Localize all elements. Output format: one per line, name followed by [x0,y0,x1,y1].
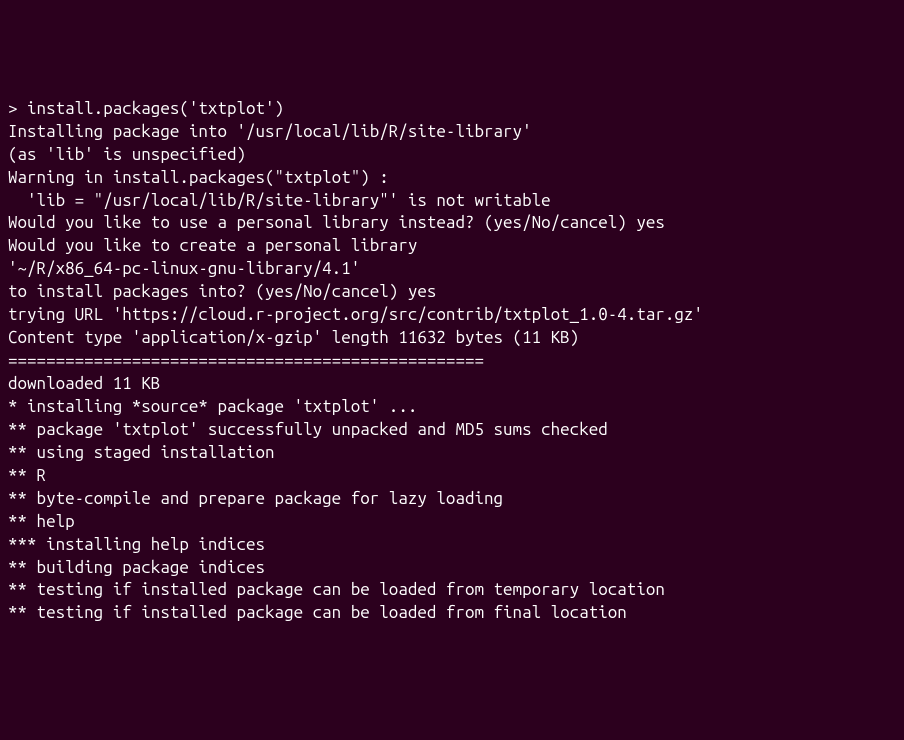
terminal-line: 'lib = "/usr/local/lib/R/site-library"' … [8,190,896,213]
terminal-line: trying URL 'https://cloud.r-project.org/… [8,304,896,327]
terminal-line: to install packages into? (yes/No/cancel… [8,281,896,304]
terminal-line: ** testing if installed package can be l… [8,579,896,602]
terminal-line: ** R [8,465,896,488]
terminal-line: ** byte-compile and prepare package for … [8,488,896,511]
terminal-line: Warning in install.packages("txtplot") : [8,167,896,190]
terminal-line: (as 'lib' is unspecified) [8,144,896,167]
terminal-line: ** testing if installed package can be l… [8,602,896,625]
terminal-line: ** using staged installation [8,442,896,465]
terminal-line: Content type 'application/x-gzip' length… [8,327,896,350]
terminal-line: '~/R/x86_64-pc-linux-gnu-library/4.1' [8,258,896,281]
terminal-line: downloaded 11 KB [8,373,896,396]
terminal-line: ** building package indices [8,557,896,580]
terminal-line: Would you like to create a personal libr… [8,235,896,258]
terminal-line: *** installing help indices [8,534,896,557]
progress-bar: ========================================… [8,350,896,373]
terminal-line: Would you like to use a personal library… [8,212,896,235]
terminal-line: * installing *source* package 'txtplot' … [8,396,896,419]
terminal-line: Installing package into '/usr/local/lib/… [8,121,896,144]
terminal-line: ** package 'txtplot' successfully unpack… [8,419,896,442]
terminal-line: ** help [8,511,896,534]
terminal-output[interactable]: > install.packages('txtplot')Installing … [8,98,896,626]
terminal-line: > install.packages('txtplot') [8,98,896,121]
